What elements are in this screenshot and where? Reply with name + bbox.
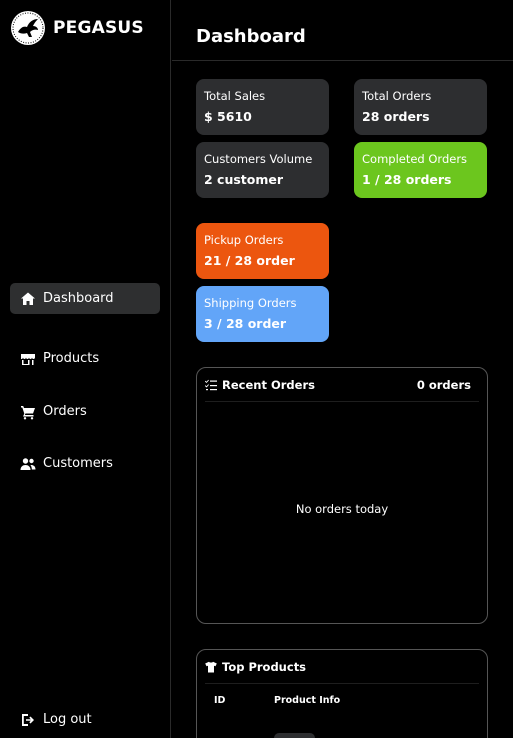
logout-label: Log out — [43, 712, 92, 727]
card-value: 21 / 28 order — [204, 253, 295, 268]
logout-icon — [20, 712, 36, 728]
card-label: Pickup Orders — [204, 233, 284, 247]
card-label: Completed Orders — [362, 152, 468, 166]
page-title: Dashboard — [196, 26, 306, 47]
logout-button[interactable]: Log out — [10, 704, 160, 735]
card-value: $ 5610 — [204, 109, 252, 124]
total-sales-card: Total Sales $ 5610 — [196, 79, 329, 135]
tshirt-icon — [205, 661, 217, 673]
main-content: Dashboard Total Sales $ 5610 Total Order… — [172, 0, 513, 738]
customers-volume-card: Customers Volume 2 customer — [196, 142, 329, 198]
empty-orders-message: No orders today — [295, 502, 389, 516]
sidebar-item-label: Dashboard — [43, 291, 114, 306]
sidebar-item-products[interactable]: Products — [10, 343, 160, 374]
card-value: 3 / 28 order — [204, 316, 287, 331]
recent-orders-count: 0 orders — [416, 377, 471, 392]
home-icon — [20, 291, 36, 307]
top-products-header: Top Products — [205, 650, 479, 684]
sidebar-item-dashboard[interactable]: Dashboard — [10, 283, 160, 314]
card-label: Customers Volume — [204, 152, 313, 166]
pickup-orders-card: Pickup Orders 21 / 28 order — [196, 223, 329, 279]
top-products-title: Top Products — [222, 659, 307, 674]
completed-orders-card: Completed Orders 1 / 28 orders — [354, 142, 487, 198]
card-value: 2 customer — [204, 172, 284, 187]
header: Dashboard — [172, 0, 513, 61]
cart-icon — [20, 404, 36, 420]
sidebar-item-label: Orders — [43, 404, 87, 419]
recent-orders-title: Recent Orders — [222, 377, 315, 392]
sidebar-item-label: Products — [43, 351, 100, 366]
pegasus-logo-icon — [11, 11, 45, 45]
sidebar-item-orders[interactable]: Orders — [10, 396, 160, 427]
brand[interactable]: PEGASUS — [10, 10, 144, 46]
sidebar: PEGASUS Dashboard Products Orders Custom… — [0, 0, 171, 738]
users-icon — [20, 456, 36, 472]
recent-orders-panel: Recent Orders 0 orders No orders today — [196, 367, 488, 624]
card-value: 1 / 28 orders — [362, 172, 452, 187]
checklist-icon — [205, 379, 217, 391]
shipping-orders-card: Shipping Orders 3 / 28 order — [196, 286, 329, 342]
card-value: 28 orders — [362, 109, 430, 124]
recent-orders-header: Recent Orders 0 orders — [205, 368, 479, 402]
column-header-id: ID — [214, 695, 226, 706]
brand-name: PEGASUS — [53, 18, 144, 38]
column-header-product-info: Product Info — [274, 695, 341, 706]
store-icon — [20, 351, 36, 367]
sidebar-item-customers[interactable]: Customers — [10, 448, 160, 479]
top-products-panel: Top Products ID Product Info — [196, 649, 488, 738]
card-label: Shipping Orders — [204, 296, 297, 310]
total-orders-card: Total Orders 28 orders — [354, 79, 487, 135]
card-label: Total Sales — [204, 89, 266, 103]
card-label: Total Orders — [362, 89, 432, 103]
sidebar-item-label: Customers — [43, 456, 113, 471]
product-thumbnail — [274, 733, 315, 738]
